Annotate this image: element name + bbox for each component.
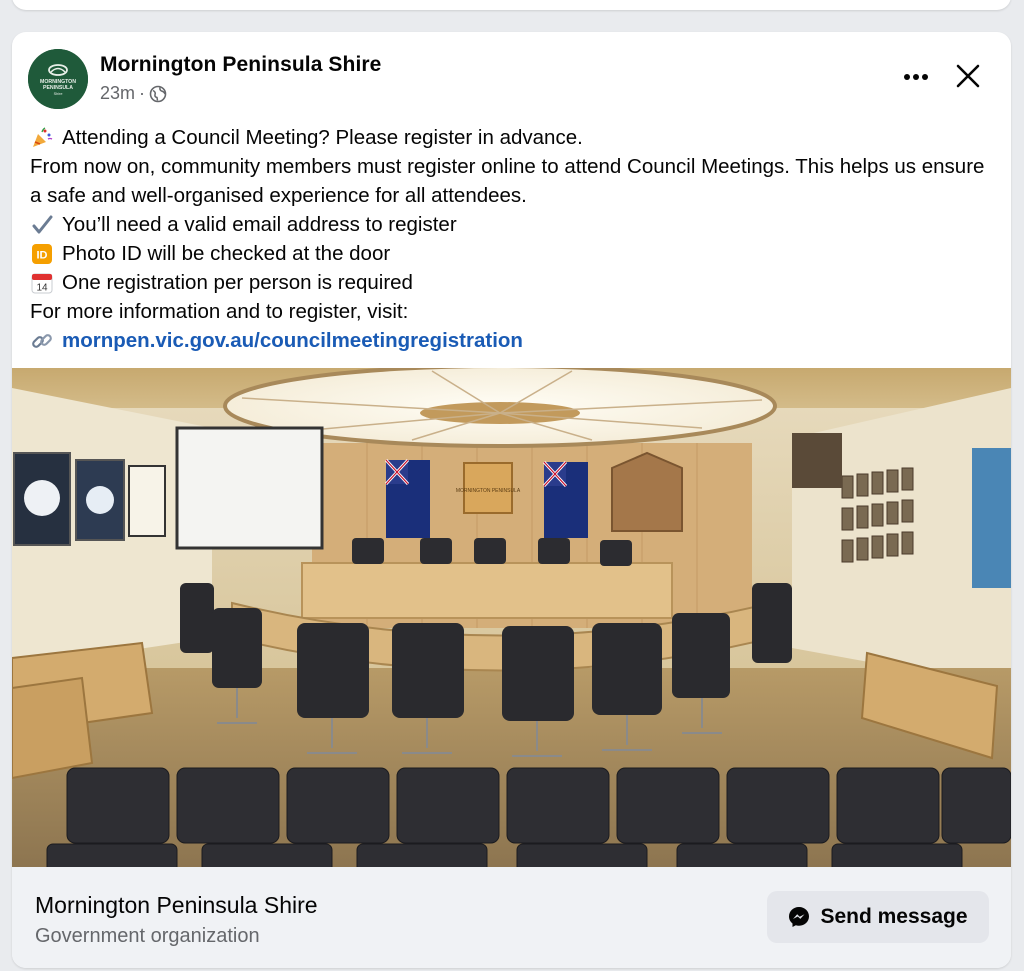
calendar-day: 14 [36, 282, 48, 293]
calendar-icon: 14 [30, 271, 54, 295]
post-time[interactable]: 23m [100, 83, 135, 104]
send-message-label: Send message [820, 905, 968, 928]
avatar[interactable]: MORNINGTON PENINSULA Shire [28, 49, 88, 109]
id-badge-text: ID [37, 249, 48, 261]
close-icon [956, 64, 980, 88]
bullet-email-text: You’ll need a valid email address to reg… [62, 213, 457, 236]
send-message-button[interactable]: Send message [767, 891, 989, 943]
footer-page-category: Government organization [35, 925, 260, 947]
chamber-sign-text: MORNINGTON PENINSULA [456, 488, 521, 494]
id-badge-icon: ID [30, 242, 54, 266]
post-meta: 23m · [100, 83, 167, 104]
more-options-icon [904, 74, 928, 80]
bullet-one-registration: 14 One registration per person is requir… [30, 268, 1000, 297]
bullet-photo-id: ID Photo ID will be checked at the door [30, 239, 1000, 268]
more-options-button[interactable] [896, 62, 936, 92]
post-photo[interactable]: MORNINGTON PENINSULA [12, 368, 1011, 867]
bullet-email: You’ll need a valid email address to reg… [30, 210, 1000, 239]
messenger-icon [789, 907, 810, 927]
more-info-text: For more information and to register, vi… [30, 300, 409, 323]
post-body: Attending a Council Meeting? Please regi… [30, 123, 1000, 355]
bullet-one-registration-text: One registration per person is required [62, 271, 413, 294]
post-card: MORNINGTON PENINSULA Shire Mornington Pe… [12, 32, 1011, 968]
check-mark-icon [30, 213, 54, 237]
avatar-text-bottom: PENINSULA [43, 85, 73, 91]
close-button[interactable] [950, 58, 986, 94]
page-info-footer: Mornington Peninsula Shire Government or… [12, 867, 1011, 968]
footer-page-name[interactable]: Mornington Peninsula Shire [35, 892, 318, 919]
globe-icon[interactable] [149, 85, 167, 103]
link-icon [30, 329, 54, 353]
previous-post-card [12, 0, 1011, 10]
shire-logo-icon: MORNINGTON PENINSULA Shire [28, 49, 88, 109]
council-chamber-image: MORNINGTON PENINSULA [12, 368, 1011, 867]
headline-line: Attending a Council Meeting? Please regi… [30, 123, 1000, 152]
meta-separator: · [139, 83, 146, 103]
post-header: MORNINGTON PENINSULA Shire Mornington Pe… [12, 32, 1011, 122]
registration-link[interactable]: mornpen.vic.gov.au/councilmeetingregistr… [62, 326, 523, 355]
bullet-photo-id-text: Photo ID will be checked at the door [62, 242, 391, 265]
post-author[interactable]: Mornington Peninsula Shire [100, 53, 381, 77]
party-popper-icon [30, 126, 54, 150]
link-line: mornpen.vic.gov.au/councilmeetingregistr… [30, 326, 1000, 355]
paragraph-text: From now on, community members must regi… [30, 155, 985, 207]
avatar-text-small: Shire [54, 92, 63, 96]
headline-text: Attending a Council Meeting? Please regi… [62, 126, 583, 149]
